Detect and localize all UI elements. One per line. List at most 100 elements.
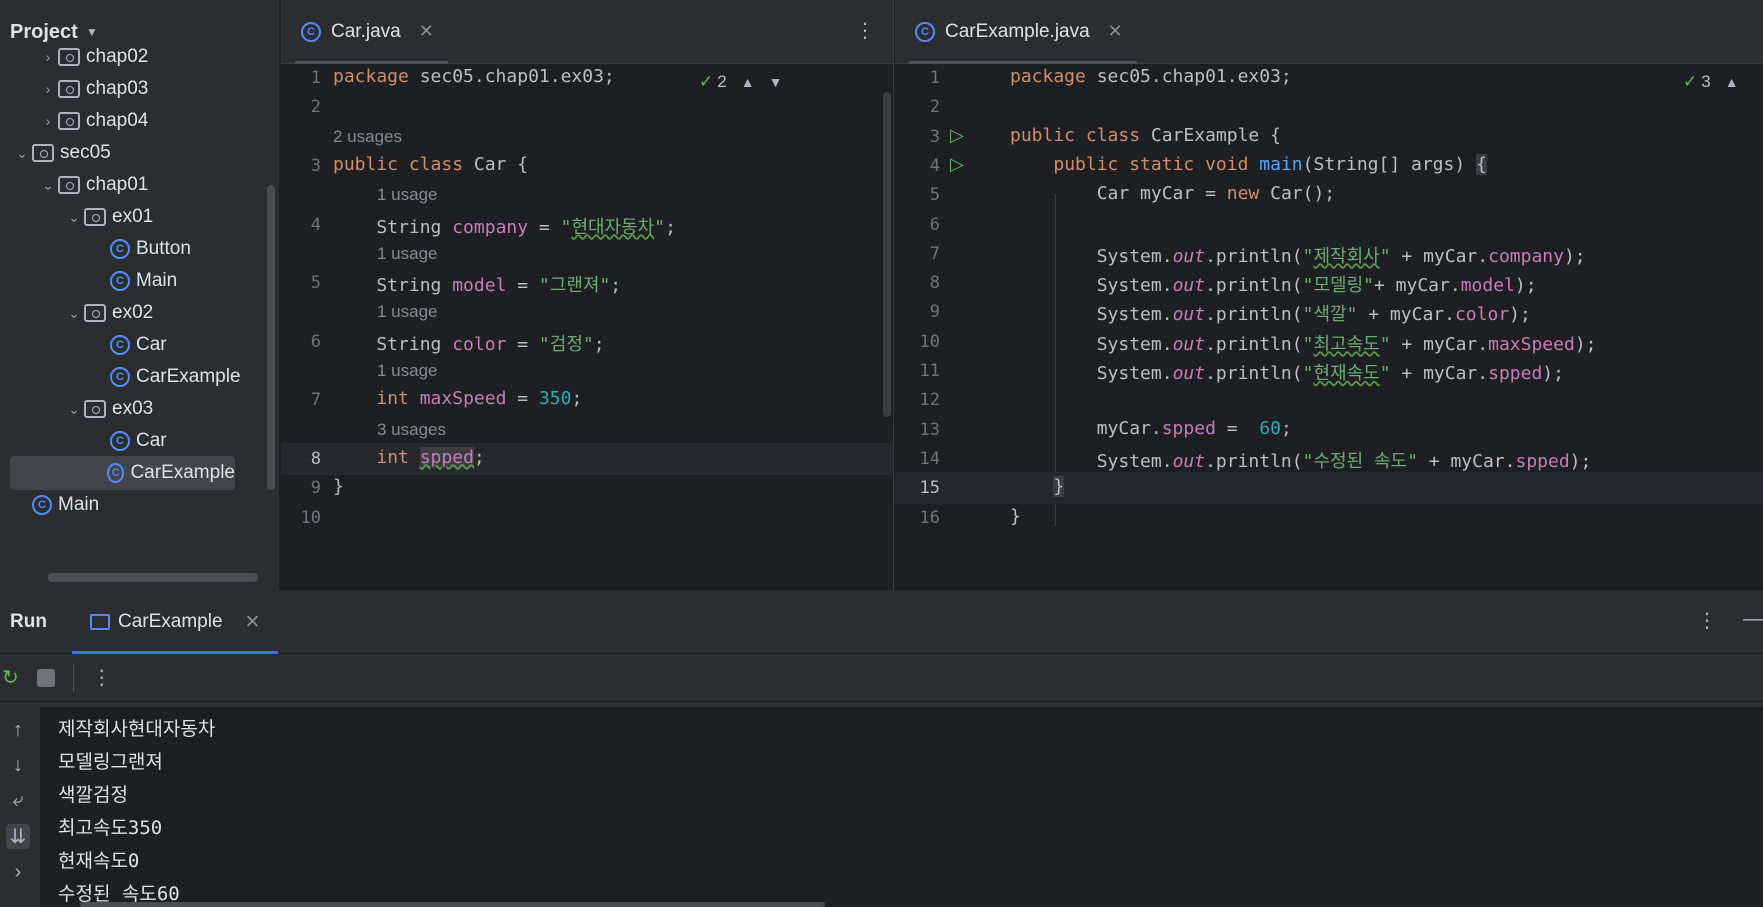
- console-line: 현재속도0: [58, 850, 140, 872]
- close-icon[interactable]: ✕: [1108, 21, 1123, 42]
- console-output[interactable]: 제작회사현대자동차 모델링그랜져 색깔검정 최고속도350 현재속도0 수정된 속도60: [40, 707, 1763, 907]
- chevron-right-icon[interactable]: ›: [38, 49, 58, 65]
- tab-run-config[interactable]: CarExample ✕: [72, 590, 279, 654]
- scroll-down-icon[interactable]: ↓: [13, 754, 23, 777]
- code-line[interactable]: int maxSpeed = 350;: [333, 388, 582, 409]
- editor-carexample-java: C CarExample.java ✕ 1 package sec05.chap0…: [895, 0, 1763, 590]
- usage-hint[interactable]: 3 usages: [377, 420, 446, 440]
- chevron-right-icon[interactable]: ›: [38, 113, 58, 129]
- tree-item[interactable]: ⌄ ex01: [64, 200, 153, 234]
- code-area[interactable]: 1 package sec05.chap01.ex03; 2 3 ▷ public cla…: [895, 64, 1763, 590]
- usage-hint[interactable]: 2 usages: [333, 127, 402, 147]
- inspection-widget[interactable]: ✓ 2 ▲ ▼: [699, 72, 782, 92]
- tree-horizontal-scrollbar[interactable]: [48, 573, 258, 582]
- tree-vertical-scrollbar[interactable]: [267, 185, 275, 490]
- chevron-down-icon[interactable]: ⌄: [38, 177, 58, 194]
- usage-hint[interactable]: 1 usage: [377, 185, 438, 205]
- close-icon[interactable]: ✕: [419, 21, 434, 42]
- code-line[interactable]: String company = "현대자동차";: [333, 213, 676, 239]
- tree-item[interactable]: › chap03: [38, 72, 149, 106]
- tree-item[interactable]: C Main: [90, 264, 177, 298]
- chevron-up-icon[interactable]: ▲: [741, 74, 755, 90]
- editor-car-java: C Car.java ✕ ⋮ 1 package sec05.chap01.ex0…: [281, 0, 894, 590]
- chevron-down-icon[interactable]: ▼: [86, 25, 98, 39]
- line-number: 15: [919, 478, 940, 499]
- tree-item[interactable]: ⌄ ex02: [64, 296, 153, 330]
- code-line[interactable]: package sec05.chap01.ex03;: [1010, 66, 1292, 87]
- rerun-icon[interactable]: ↻: [2, 665, 19, 690]
- stop-icon[interactable]: [36, 668, 55, 687]
- package-folder-icon: [58, 80, 80, 98]
- usage-hint[interactable]: 1 usage: [377, 361, 438, 381]
- code-line[interactable]: }: [1010, 476, 1065, 498]
- tree-item-label: Button: [136, 238, 191, 259]
- tree-item[interactable]: › chap02: [38, 40, 149, 74]
- tree-item[interactable]: C Car: [90, 328, 167, 362]
- tree-item[interactable]: C Main: [12, 488, 99, 522]
- run-config-icon: [90, 614, 110, 630]
- expand-icon[interactable]: ›: [15, 861, 22, 884]
- usage-hint[interactable]: 1 usage: [377, 244, 438, 264]
- tree-item[interactable]: C Button: [90, 232, 191, 266]
- more-icon[interactable]: ⋮: [92, 665, 112, 690]
- code-area[interactable]: 1 package sec05.chap01.ex03; 2 2 usages 3 pub…: [281, 64, 893, 590]
- check-icon: ✓: [699, 72, 714, 91]
- chevron-right-icon[interactable]: ›: [38, 81, 58, 97]
- more-icon[interactable]: ⋮: [855, 18, 875, 43]
- code-line[interactable]: System.out.println("현재속도" + myCar.spped)…: [1010, 359, 1564, 385]
- tree-item[interactable]: › chap04: [38, 104, 149, 138]
- console-line: 색깔검정: [58, 784, 128, 806]
- chevron-down-icon[interactable]: ⌄: [64, 209, 84, 226]
- code-line[interactable]: System.out.println("색깔" + myCar.color);: [1010, 300, 1531, 326]
- tree-item-label: Car: [136, 334, 167, 355]
- code-line[interactable]: }: [1010, 506, 1021, 527]
- line-number: 1: [929, 68, 940, 88]
- line-number: 12: [919, 390, 940, 411]
- code-line[interactable]: Car myCar = new Car();: [1010, 183, 1335, 204]
- code-line[interactable]: public class CarExample {: [1010, 125, 1281, 146]
- close-icon[interactable]: ✕: [245, 611, 261, 634]
- code-line[interactable]: public class Car {: [333, 154, 528, 175]
- scroll-up-icon[interactable]: ↑: [13, 719, 23, 742]
- code-line[interactable]: System.out.println("모델링"+ myCar.model);: [1010, 271, 1537, 297]
- soft-wrap-icon[interactable]: ⤶: [12, 789, 23, 812]
- code-line[interactable]: public static void main(String[] args) {: [1010, 153, 1487, 175]
- tab-car-java[interactable]: C Car.java ✕: [281, 0, 448, 64]
- code-line[interactable]: String model = "그랜져";: [333, 271, 621, 297]
- console-horizontal-scrollbar[interactable]: [80, 902, 825, 907]
- inspection-widget[interactable]: ✓ 3 ▲: [1683, 72, 1739, 92]
- tab-carexample-java[interactable]: C CarExample.java ✕: [895, 0, 1137, 64]
- code-line[interactable]: System.out.println("수정된 속도" + myCar.sppe…: [1010, 447, 1592, 473]
- code-line[interactable]: int spped;: [333, 446, 485, 468]
- code-line[interactable]: System.out.println("최고속도" + myCar.maxSpe…: [1010, 330, 1597, 356]
- chevron-up-icon[interactable]: ▲: [1725, 74, 1739, 90]
- tree-item[interactable]: C CarExample: [10, 456, 235, 490]
- code-line[interactable]: }: [333, 476, 344, 497]
- chevron-down-icon[interactable]: ⌄: [64, 401, 84, 418]
- line-number: 7: [929, 243, 940, 264]
- code-line[interactable]: package sec05.chap01.ex03;: [333, 66, 615, 87]
- line-number: 5: [929, 185, 940, 206]
- minimize-icon[interactable]: —: [1743, 608, 1763, 633]
- chevron-down-icon[interactable]: ⌄: [64, 305, 84, 322]
- scroll-to-end-icon[interactable]: ⇊: [5, 824, 31, 849]
- tree-item[interactable]: C CarExample: [90, 360, 241, 394]
- usage-hint[interactable]: 1 usage: [377, 302, 438, 322]
- check-icon: ✓: [1683, 72, 1698, 91]
- package-folder-icon: [58, 176, 80, 194]
- more-icon[interactable]: ⋮: [1697, 608, 1717, 633]
- run-gutter-icon[interactable]: ▷: [950, 125, 964, 146]
- chevron-down-icon[interactable]: ▼: [769, 74, 783, 90]
- tree-item[interactable]: ⌄ sec05: [12, 136, 111, 170]
- tree-item[interactable]: ⌄ chap01: [38, 168, 148, 202]
- tab-label: CarExample.java: [945, 20, 1090, 42]
- run-gutter-icon[interactable]: ▷: [950, 154, 964, 175]
- code-line[interactable]: System.out.println("제작회사" + myCar.compan…: [1010, 242, 1586, 268]
- tree-item[interactable]: ⌄ ex03: [64, 392, 153, 426]
- code-line[interactable]: String color = "검정";: [333, 330, 604, 356]
- editor-scrollbar[interactable]: [883, 92, 891, 417]
- chevron-down-icon[interactable]: ⌄: [12, 145, 32, 162]
- line-number: 5: [310, 273, 321, 294]
- code-line[interactable]: myCar.spped = 60;: [1010, 418, 1292, 439]
- tree-item[interactable]: C Car: [90, 424, 167, 458]
